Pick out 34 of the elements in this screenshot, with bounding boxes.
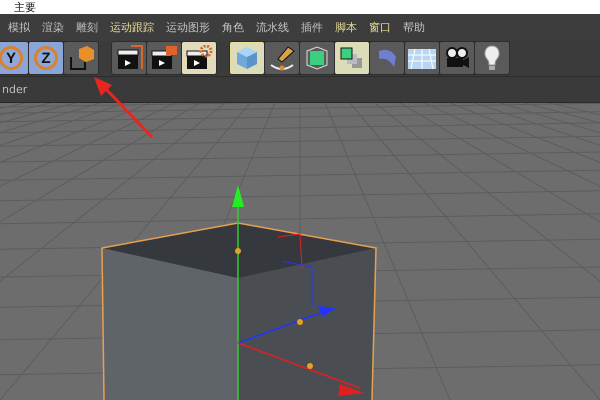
toolbar-button[interactable]: [64, 42, 98, 74]
menu-item[interactable]: 渲染: [36, 20, 70, 35]
toolbar-button[interactable]: [265, 42, 299, 74]
clapboard-icon: [115, 45, 143, 72]
window-title: 主要: [14, 2, 36, 14]
cube-outline-icon: [67, 45, 95, 72]
framed-cube-icon: [304, 45, 330, 72]
menu-item[interactable]: 脚本: [329, 20, 363, 35]
toolbar-button[interactable]: [475, 42, 509, 74]
cube-icon: [234, 45, 260, 72]
toolbar-button[interactable]: [335, 42, 369, 74]
toolbar-button[interactable]: [147, 42, 181, 74]
viewport-tab[interactable]: nder: [0, 82, 28, 96]
toolbar-button[interactable]: Y: [0, 42, 28, 74]
clapboard-icon: [150, 45, 178, 72]
menu-item[interactable]: 流水线: [250, 20, 295, 35]
toolbar-button[interactable]: [440, 42, 474, 74]
toolbar-button[interactable]: [112, 42, 146, 74]
menu-item[interactable]: 雕刻: [70, 20, 104, 35]
annotation-arrow: [92, 77, 154, 139]
clapboard-gear-icon: [185, 45, 213, 72]
menu-item[interactable]: 运动图形: [160, 20, 216, 35]
menu-item[interactable]: 插件: [295, 20, 329, 35]
menu-item[interactable]: 运动跟踪: [104, 20, 160, 35]
menu-item[interactable]: 模拟: [2, 20, 36, 35]
menu-item[interactable]: 帮助: [397, 20, 431, 35]
menu-item[interactable]: 角色: [216, 20, 250, 35]
toolbar-button[interactable]: [405, 42, 439, 74]
axis-letter-icon: Y: [0, 46, 23, 70]
menu-item[interactable]: 窗口: [363, 20, 397, 35]
toolbar-button[interactable]: [182, 42, 216, 74]
axis-letter-icon: Z: [34, 46, 58, 70]
pen-icon: [268, 45, 296, 72]
toolbar-button[interactable]: Z: [29, 42, 63, 74]
